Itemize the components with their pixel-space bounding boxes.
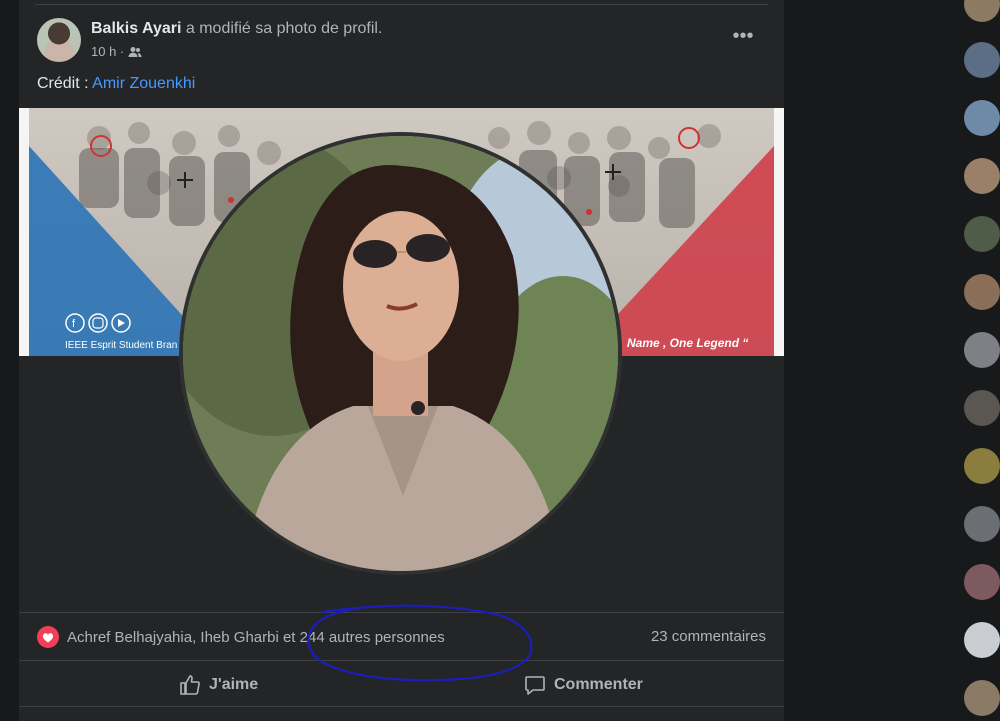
like-button[interactable]: J'aime [179, 672, 258, 698]
love-heart-icon [37, 626, 59, 648]
contacts-sidebar [958, 0, 1000, 721]
author-name[interactable]: Balkis Ayari [91, 20, 181, 37]
comment-label: Commenter [554, 676, 643, 693]
comments-count[interactable]: 23 commentaires [651, 628, 766, 645]
post-meta: 10 h · [91, 44, 142, 59]
cover-footer-right: Name , One Legend “ [627, 336, 748, 350]
post-card: Balkis Ayari a modifié sa photo de profi… [19, 0, 784, 721]
like-label: J'aime [209, 676, 259, 693]
contact-avatar[interactable] [964, 622, 1000, 658]
contact-avatar[interactable] [964, 216, 1000, 252]
contact-avatar[interactable] [964, 390, 1000, 426]
post-action-text: a modifié sa photo de profil. [181, 20, 383, 37]
contact-avatar[interactable] [964, 42, 1000, 78]
post-time[interactable]: 10 h · [91, 44, 124, 59]
thumbs-up-icon [180, 675, 200, 695]
more-horizontal-icon: ••• [732, 25, 754, 47]
contact-avatar[interactable] [964, 506, 1000, 542]
credit-link[interactable]: Amir Zouenkhi [92, 75, 195, 92]
reactions-summary[interactable]: Achref Belhajyahia, Iheb Gharbi et 244 a… [37, 626, 445, 648]
comment-bubble-icon [525, 676, 545, 695]
top-divider [35, 4, 768, 5]
contact-avatar[interactable] [964, 158, 1000, 194]
friends-icon [128, 46, 142, 57]
contact-avatar[interactable] [964, 448, 1000, 484]
post-header-text: Balkis Ayari a modifié sa photo de profi… [91, 20, 382, 38]
reactions-text[interactable]: Achref Belhajyahia, Iheb Gharbi et 244 a… [67, 629, 445, 646]
contact-avatar[interactable] [964, 332, 1000, 368]
contact-avatar[interactable] [964, 564, 1000, 600]
more-options-button[interactable]: ••• [728, 26, 758, 50]
contact-avatar[interactable] [964, 0, 1000, 22]
stats-divider-top [19, 612, 784, 613]
post-caption: Crédit : Amir Zouenkhi [37, 75, 195, 93]
author-avatar[interactable] [37, 18, 81, 62]
contact-avatar[interactable] [964, 100, 1000, 136]
actions-divider [19, 706, 784, 707]
profile-photo-illustration [183, 136, 618, 571]
cover-footer-left: IEEE Esprit Student Bran [65, 340, 177, 351]
profile-picture[interactable] [183, 136, 618, 571]
credit-label: Crédit : [37, 75, 93, 92]
comment-button[interactable]: Commenter [524, 672, 643, 698]
contact-avatar[interactable] [964, 274, 1000, 310]
contact-avatar[interactable] [964, 680, 1000, 716]
stats-divider-bottom [19, 660, 784, 661]
